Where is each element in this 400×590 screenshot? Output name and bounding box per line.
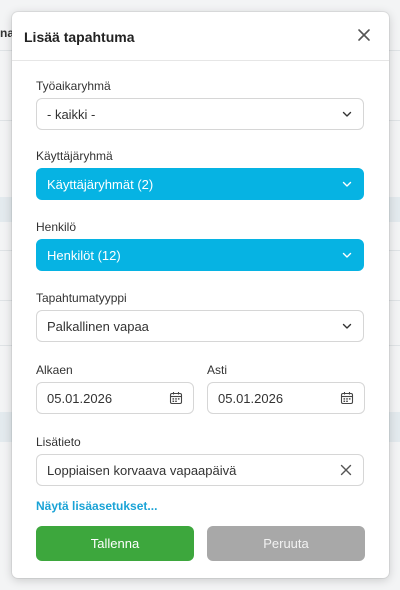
calendar-icon[interactable] (340, 391, 354, 405)
dialog-header: Lisää tapahtuma (12, 12, 389, 61)
event-type-label: Tapahtumatyyppi (36, 291, 127, 305)
usergroup-select[interactable]: Käyttäjäryhmät (2) (36, 168, 364, 200)
cancel-button[interactable]: Peruuta (207, 526, 365, 561)
event-type-select[interactable]: Palkallinen vapaa (36, 310, 364, 342)
event-type-value: Palkallinen vapaa (47, 318, 149, 334)
chevron-down-icon (342, 111, 352, 117)
chevron-down-icon (342, 181, 352, 187)
start-date-label: Alkaen (36, 363, 73, 377)
info-label: Lisätieto (36, 435, 81, 449)
person-label: Henkilö (36, 220, 77, 234)
workgroup-select[interactable]: - kaikki - (36, 98, 364, 130)
info-value: Loppiaisen korvaava vapaapäivä (47, 462, 237, 478)
clear-icon[interactable] (339, 463, 353, 477)
end-date-value: 05.01.2026 (218, 390, 284, 406)
calendar-icon[interactable] (169, 391, 183, 405)
person-select[interactable]: Henkilöt (12) (36, 239, 364, 271)
usergroup-value: Käyttäjäryhmät (2) (47, 176, 154, 192)
workgroup-label: Työaikaryhmä (36, 79, 111, 93)
start-date-input[interactable]: 05.01.2026 (36, 382, 194, 414)
usergroup-label: Käyttäjäryhmä (36, 149, 113, 163)
workgroup-value: - kaikki - (47, 106, 96, 122)
start-date-value: 05.01.2026 (47, 390, 113, 406)
person-value: Henkilöt (12) (47, 247, 121, 263)
add-event-dialog: Lisää tapahtuma Työaikaryhmä - kaikki - … (12, 12, 389, 578)
save-button[interactable]: Tallenna (36, 526, 194, 561)
info-input[interactable]: Loppiaisen korvaava vapaapäivä (36, 454, 364, 486)
end-date-label: Asti (207, 363, 228, 377)
close-icon[interactable] (355, 26, 373, 44)
end-date-input[interactable]: 05.01.2026 (207, 382, 365, 414)
chevron-down-icon (342, 323, 352, 329)
dialog-title: Lisää tapahtuma (24, 29, 135, 45)
chevron-down-icon (342, 252, 352, 258)
show-more-settings-link[interactable]: Näytä lisäasetukset... (36, 499, 157, 513)
